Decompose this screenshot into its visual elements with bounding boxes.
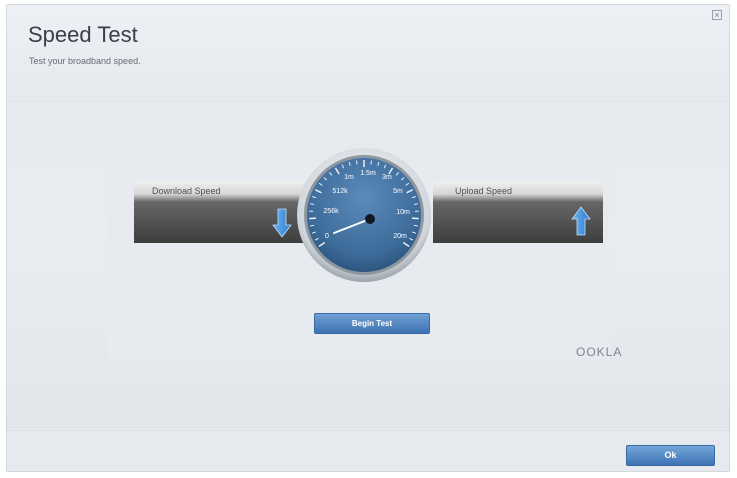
gauge-label-3m: 3m [382, 174, 392, 181]
begin-test-button[interactable]: Begin Test [314, 313, 430, 334]
download-speed-panel: Download Speed [134, 181, 304, 243]
download-speed-label: Download Speed [152, 186, 221, 196]
page-subtitle: Test your broadband speed. [29, 56, 141, 66]
ok-button[interactable]: Ok [626, 445, 715, 466]
close-icon[interactable]: × [712, 10, 722, 20]
page-title: Speed Test [28, 22, 138, 47]
gauge-hub [365, 214, 375, 224]
gauge-label-10m: 10m [396, 209, 410, 216]
gauge-label-5m: 5m [393, 188, 403, 195]
ookla-logo: OOKLA [576, 345, 623, 359]
arrow-down-icon [272, 208, 292, 238]
dialog-footer: Ok [7, 430, 729, 471]
dialog-header: Speed Test Test your broadband speed. × [7, 5, 729, 102]
arrow-up-icon [571, 206, 591, 236]
gauge-tick [356, 160, 358, 165]
gauge-label-1m: 1m [344, 174, 354, 181]
gauge-label-1-5m: 1.5m [360, 170, 376, 177]
speed-gauge: 0 256k 512k 1m 1.5m 3m 5m 10m 20m [296, 147, 432, 283]
gauge-tick [370, 160, 372, 165]
gauge-label-512k: 512k [332, 188, 348, 195]
gauge-label-0: 0 [325, 233, 329, 240]
upload-speed-panel: Upload Speed [433, 181, 603, 243]
gauge-label-256k: 256k [323, 208, 339, 215]
upload-speed-label: Upload Speed [455, 186, 513, 196]
gauge-label-20m: 20m [393, 233, 407, 240]
